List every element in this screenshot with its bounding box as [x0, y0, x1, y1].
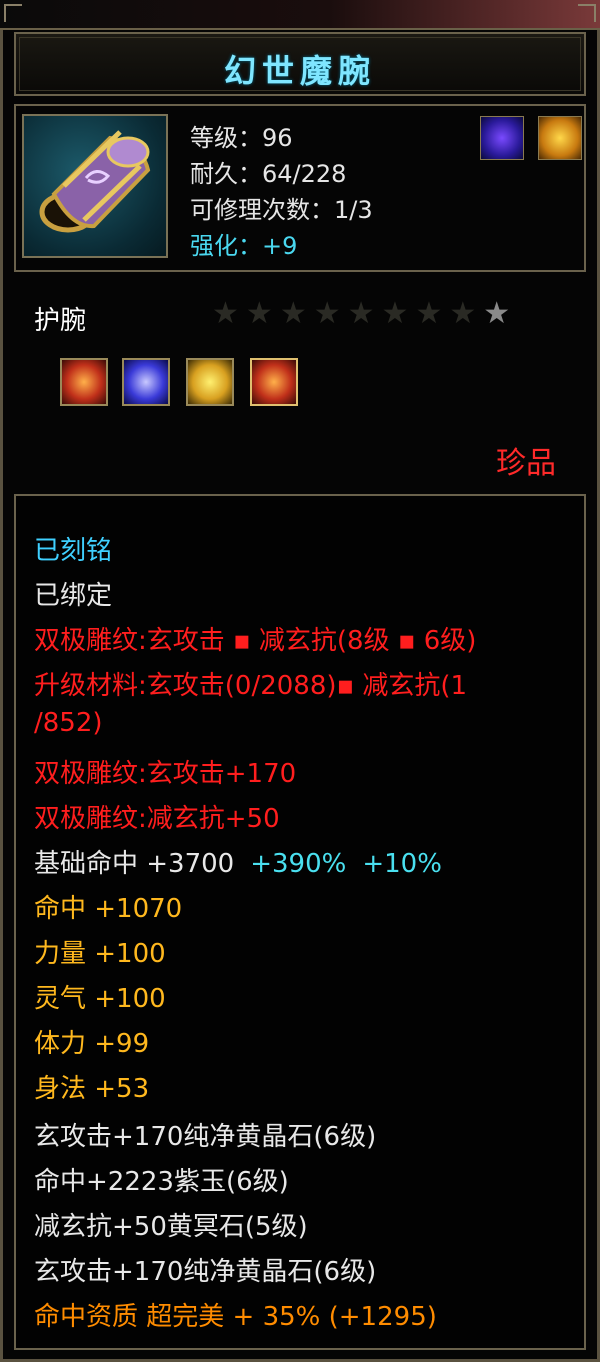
- golden-flame-rune-icon[interactable]: [538, 116, 582, 160]
- title-bar: 幻世魔腕: [14, 32, 586, 96]
- enhance-stat: 强化：+9: [190, 232, 298, 260]
- star-icon: ★: [381, 296, 416, 331]
- yellow-crystal-icon[interactable]: [186, 358, 234, 406]
- star-icon: ★: [313, 296, 348, 331]
- purple-wing-rune-icon[interactable]: [480, 116, 524, 160]
- carve-line: 双极雕纹:玄攻击 ▪ 减玄抗(8级 ▪ 6级): [34, 626, 477, 656]
- level-stat: 等级：96: [190, 124, 293, 152]
- corner-ornament-icon: [578, 4, 596, 22]
- base-hit-value: 基础命中 +3700: [34, 849, 235, 879]
- base-hit-pct-2: +10%: [362, 849, 442, 879]
- red-gem-icon[interactable]: [60, 358, 108, 406]
- durability-stat: 耐久：64/228: [190, 160, 347, 188]
- attr-line: 命中 +1070: [34, 894, 183, 924]
- attr-line: 力量 +100: [34, 939, 166, 969]
- red-gem-selected-icon[interactable]: [250, 358, 298, 406]
- star-icon: ★: [212, 296, 246, 331]
- bound-status: 已绑定: [34, 581, 113, 611]
- star-icon: ★: [279, 296, 314, 331]
- purple-gold-wrist-guard-icon: [22, 114, 168, 258]
- gem-line: 减玄抗+50黄冥石(5级): [34, 1212, 308, 1242]
- attr-line: 体力 +99: [34, 1029, 150, 1059]
- top-decorative-strip: [0, 0, 600, 30]
- equip-type-label: 护腕: [34, 306, 87, 336]
- attr-line: 灵气 +100: [34, 984, 166, 1014]
- wrist-guard-illustration: [39, 130, 151, 233]
- star-rating: ★★★★★★★★★: [212, 296, 517, 331]
- upgrade-material-line: 升级材料:玄攻击(0/2088)▪ 减玄抗(1: [34, 671, 468, 701]
- corner-ornament-icon: [4, 4, 22, 22]
- engraved-status: 已刻铭: [34, 536, 113, 566]
- star-icon: ★: [245, 296, 280, 331]
- carve-attack-line: 双极雕纹:玄攻击+170: [34, 759, 297, 789]
- item-name: 幻世魔腕: [223, 52, 376, 90]
- blue-gem-icon[interactable]: [122, 358, 170, 406]
- base-hit-pct-1: +390%: [250, 849, 347, 879]
- repair-count-stat: 可修理次数：1/3: [190, 196, 373, 224]
- gem-line: 玄攻击+170纯净黄晶石(6级): [34, 1257, 377, 1287]
- star-icon-lit: ★: [483, 296, 518, 331]
- attr-line: 身法 +53: [34, 1074, 150, 1104]
- upgrade-material-line-cont: /852): [34, 708, 103, 738]
- aptitude-line: 命中资质 超完美 + 35% (+1295): [34, 1302, 437, 1332]
- carve-resist-line: 双极雕纹:减玄抗+50: [34, 804, 280, 834]
- gem-line: 命中+2223紫玉(6级): [34, 1167, 289, 1197]
- star-icon: ★: [347, 296, 382, 331]
- gem-line: 玄攻击+170纯净黄晶石(6级): [34, 1122, 377, 1152]
- star-icon: ★: [415, 296, 450, 331]
- rarity-label: 珍品: [496, 446, 556, 481]
- star-icon: ★: [449, 296, 484, 331]
- base-hit-line: 基础命中 +3700 +390% +10%: [34, 843, 442, 880]
